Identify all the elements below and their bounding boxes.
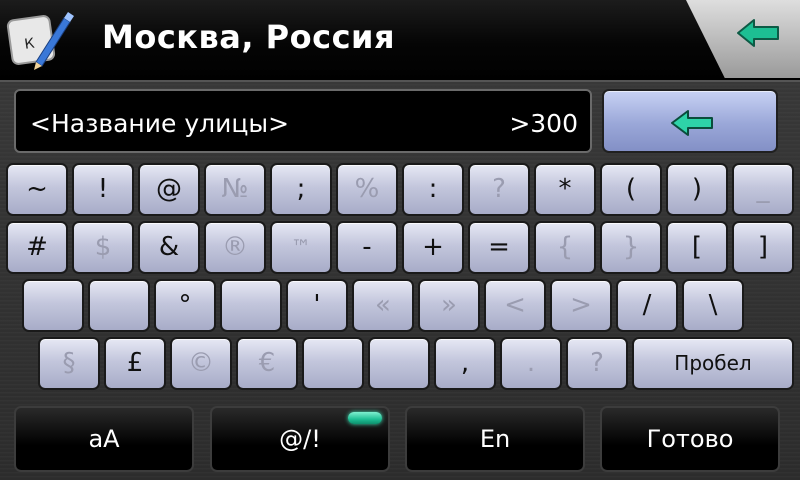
space-key[interactable]: Пробел — [632, 337, 794, 390]
key[interactable]: < — [484, 279, 546, 332]
key[interactable]: : — [402, 163, 464, 216]
key[interactable]: « — [352, 279, 414, 332]
key[interactable]: $ — [72, 221, 134, 274]
active-indicator — [348, 412, 382, 424]
header-bar: К Москва, Россия — [0, 0, 800, 82]
key[interactable]: % — [336, 163, 398, 216]
key[interactable]: © — [170, 337, 232, 390]
key[interactable]: ; — [270, 163, 332, 216]
key[interactable]: ® — [204, 221, 266, 274]
street-search-input[interactable]: <Название улицы> >300 — [14, 89, 592, 153]
key[interactable]: + — [402, 221, 464, 274]
key[interactable]: ] — [732, 221, 794, 274]
back-arrow-icon — [737, 19, 779, 47]
key[interactable]: / — [616, 279, 678, 332]
done-button[interactable]: Готово — [600, 406, 780, 472]
key[interactable] — [22, 279, 84, 332]
key[interactable]: ' — [286, 279, 348, 332]
key[interactable]: ° — [154, 279, 216, 332]
key[interactable]: , — [434, 337, 496, 390]
key[interactable]: ? — [468, 163, 530, 216]
key[interactable]: & — [138, 221, 200, 274]
key[interactable]: . — [500, 337, 562, 390]
key[interactable]: » — [418, 279, 480, 332]
key[interactable] — [88, 279, 150, 332]
key[interactable]: - — [336, 221, 398, 274]
key[interactable]: { — [534, 221, 596, 274]
key[interactable]: [ — [666, 221, 728, 274]
key[interactable]: ? — [566, 337, 628, 390]
keyboard-app-icon: К — [6, 8, 76, 74]
key[interactable]: € — [236, 337, 298, 390]
key[interactable] — [368, 337, 430, 390]
key[interactable]: # — [6, 221, 68, 274]
backspace-button[interactable] — [602, 89, 778, 153]
backspace-arrow-icon — [671, 110, 713, 136]
key[interactable]: _ — [732, 163, 794, 216]
page-title: Москва, Россия — [102, 18, 395, 56]
key[interactable]: @ — [138, 163, 200, 216]
key[interactable]: > — [550, 279, 612, 332]
key[interactable]: \ — [682, 279, 744, 332]
key[interactable]: ! — [72, 163, 134, 216]
key[interactable] — [302, 337, 364, 390]
results-count: >300 — [509, 109, 578, 138]
key[interactable]: ™ — [270, 221, 332, 274]
key[interactable]: * — [534, 163, 596, 216]
case-toggle-button[interactable]: aA — [14, 406, 194, 472]
key[interactable]: № — [204, 163, 266, 216]
key[interactable]: ( — [600, 163, 662, 216]
key[interactable]: } — [600, 221, 662, 274]
key[interactable] — [220, 279, 282, 332]
key[interactable]: § — [38, 337, 100, 390]
language-toggle-button[interactable]: En — [405, 406, 585, 472]
search-input-value: <Название улицы> — [30, 109, 290, 138]
key[interactable]: = — [468, 221, 530, 274]
key[interactable]: £ — [104, 337, 166, 390]
key[interactable]: ) — [666, 163, 728, 216]
key[interactable]: ~ — [6, 163, 68, 216]
back-button[interactable] — [686, 0, 800, 78]
